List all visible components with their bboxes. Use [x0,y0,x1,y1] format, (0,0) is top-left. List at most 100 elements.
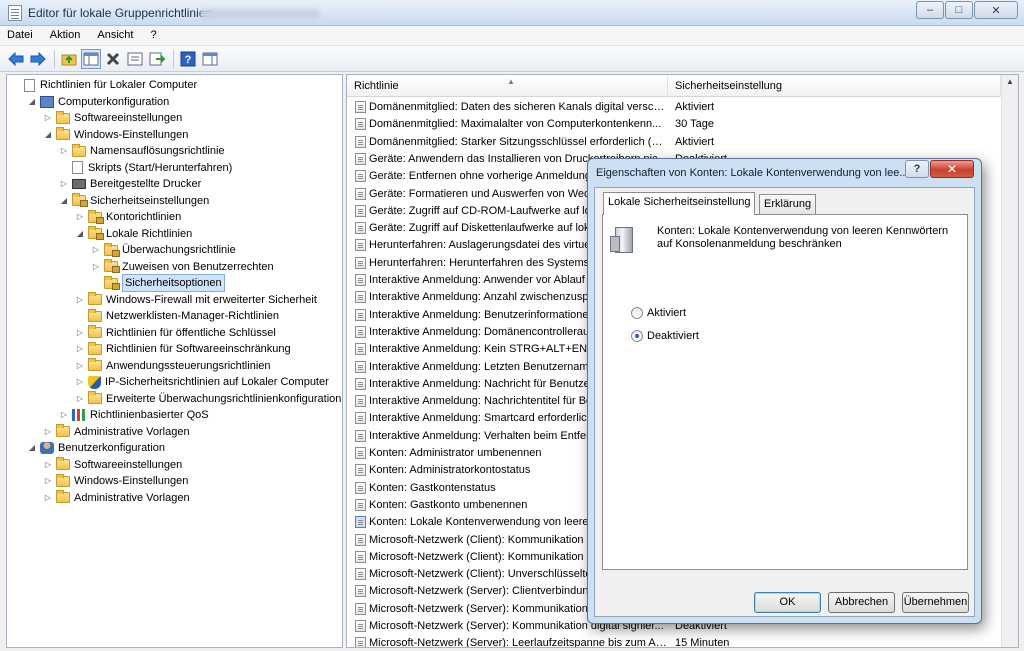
expanded-arrow-icon[interactable]: ◢ [75,226,85,242]
collapsed-arrow-icon[interactable]: ▷ [59,176,69,192]
radio-disabled[interactable]: Deaktiviert [631,330,699,342]
tree-item[interactable]: ▷ Softwareeinstellungen [43,110,182,126]
tree-item-label: Windows-Einstellungen [74,475,189,487]
title-bar[interactable]: Editor für lokale Gruppenrichtlinien – □… [0,0,1024,26]
tree-item[interactable]: ▷ Windows-Einstellungen [43,473,188,489]
tree-item[interactable]: ◢ Computerkonfiguration [27,94,169,110]
menu-help[interactable]: ? [144,26,164,44]
collapsed-arrow-icon[interactable]: ▷ [43,490,53,506]
column-setting[interactable]: Sicherheitseinstellung [668,75,1001,97]
properties-dialog: Eigenschaften von Konten: Lokale Kontenv… [587,158,982,624]
table-row[interactable]: Domänenmitglied: Daten des sicheren Kana… [347,99,1002,116]
collapsed-arrow-icon[interactable]: ▷ [75,358,85,374]
tree-item[interactable]: Sicherheitsoptionen [91,274,225,292]
tree-item[interactable]: ▷ Administrative Vorlagen [43,424,190,440]
tree-item-label: Namensauflösungsrichtlinie [90,145,225,157]
tree-item-label: Anwendungssteuerungsrichtlinien [106,359,271,372]
tab-explanation[interactable]: Erklärung [759,194,817,214]
table-row[interactable]: Microsoft-Netzwerk (Server): Leerlaufzei… [347,635,1002,647]
toolbar-separator [173,49,174,68]
tree-item[interactable]: ◢ Benutzerkonfiguration [27,440,165,456]
apply-button[interactable]: Übernehmen [902,592,969,613]
tree-item[interactable]: ▷ Richtlinien für Softwareeinschränkung [75,341,291,357]
expanded-arrow-icon[interactable]: ◢ [59,193,69,209]
collapsed-arrow-icon[interactable]: ▷ [75,292,85,308]
table-row[interactable]: Domänenmitglied: Starker Sitzungsschlüss… [347,134,1002,151]
computer-icon [40,95,54,108]
scroll-up-icon[interactable]: ▲ [1006,77,1014,86]
expanded-arrow-icon[interactable]: ◢ [27,440,37,456]
collapsed-arrow-icon[interactable]: ▷ [91,242,101,258]
column-policy[interactable]: ▲ Richtlinie [347,75,668,97]
minimize-button[interactable]: – [916,1,944,19]
help-button[interactable]: ? [178,49,198,69]
forward-button[interactable] [28,49,48,69]
radio-disabled-dot[interactable] [631,330,643,342]
tree-item[interactable]: Netzwerklisten-Manager-Richtlinien [75,308,279,324]
console-tree[interactable]: Richtlinien für Lokaler Computer ◢ Compute… [6,74,343,648]
collapsed-arrow-icon[interactable]: ▷ [59,143,69,159]
delete-button[interactable] [103,49,123,69]
tree-item[interactable]: ▷ IP-Sicherheitsrichtlinien auf Lokaler C… [75,374,329,390]
tree-item[interactable]: ▷ Zuweisen von Benutzerrechten [91,259,274,275]
up-folder-button[interactable] [59,49,79,69]
collapsed-arrow-icon[interactable]: ▷ [43,473,53,489]
tree-item[interactable]: Skripts (Start/Herunterfahren) [59,160,232,176]
tree-item[interactable]: ▷ Erweiterte Überwachungsrichtlinienkonfi… [75,391,341,407]
export-list-button[interactable] [147,49,167,69]
lock-folder-icon [88,209,104,224]
collapsed-arrow-icon[interactable]: ▷ [91,259,101,275]
policy-item-icon [355,170,366,183]
tree-item[interactable]: ◢ Lokale Richtlinien [75,226,192,242]
close-button[interactable]: ✕ [974,1,1018,19]
tree-item[interactable]: ▷ Kontorichtlinien [75,209,181,225]
show-hide-tree-button[interactable] [81,48,101,69]
expanded-arrow-icon[interactable]: ◢ [43,127,53,143]
collapsed-arrow-icon[interactable]: ▷ [43,457,53,473]
radio-enabled[interactable]: Aktiviert [631,307,686,319]
tree-item[interactable]: ▷ Überwachungsrichtlinie [91,242,236,258]
maximize-button[interactable]: □ [945,1,973,19]
tree-item[interactable]: ▷ Anwendungssteuerungsrichtlinien [75,358,271,374]
tree-item[interactable]: ▷ Windows-Firewall mit erweiterter Sicher… [75,292,317,308]
collapsed-arrow-icon[interactable]: ▷ [75,374,85,390]
ok-button[interactable]: OK [754,592,821,613]
tree-item[interactable]: ▷ Softwareeinstellungen [43,457,182,473]
action-pane-button[interactable] [200,49,220,69]
policy-item-icon [355,498,366,511]
menu-view[interactable]: Ansicht [90,26,140,44]
menu-file[interactable]: Datei [0,26,40,44]
menu-action[interactable]: Aktion [43,26,88,44]
collapsed-arrow-icon[interactable]: ▷ [75,209,85,225]
policy-item-icon [355,204,366,217]
collapsed-arrow-icon[interactable]: ▷ [75,325,85,341]
tree-item[interactable]: ▷ Richtlinien für öffentliche Schlüssel [75,325,276,341]
tree-item[interactable]: ▷ Administrative Vorlagen [43,490,190,506]
collapsed-arrow-icon[interactable]: ▷ [75,391,85,407]
vertical-scrollbar[interactable]: ▲ [1001,75,1018,647]
back-button[interactable] [6,49,26,69]
tree-item[interactable]: ▷ Namensauflösungsrichtlinie [59,143,225,159]
tree-item[interactable]: ◢ Windows-Einstellungen [43,127,188,143]
dialog-close-button[interactable]: ✕ [930,160,974,178]
radio-enabled-dot[interactable] [631,307,643,319]
tree-item[interactable]: Richtlinien für Lokaler Computer [11,77,197,93]
cancel-button[interactable]: Abbrechen [828,592,895,613]
collapsed-arrow-icon[interactable]: ▷ [43,424,53,440]
table-row[interactable]: Domänenmitglied: Maximalalter von Comput… [347,116,1002,133]
console-tree-icon [83,52,99,65]
tree-item[interactable]: ◢ Sicherheitseinstellungen [59,193,209,209]
expanded-arrow-icon[interactable]: ◢ [27,94,37,110]
server-policy-icon [610,227,633,253]
properties-button[interactable] [125,49,145,69]
collapsed-arrow-icon[interactable]: ▷ [59,407,69,423]
dialog-help-button[interactable]: ? [905,160,929,178]
collapsed-arrow-icon[interactable]: ▷ [43,110,53,126]
folder-icon [88,341,102,355]
collapsed-arrow-icon[interactable]: ▷ [75,341,85,357]
tree-item[interactable]: ▷ Bereitgestellte Drucker [59,176,201,192]
policy-item-icon [355,118,366,131]
export-icon [149,52,165,65]
tree-item[interactable]: ▷ Richtlinienbasierter QoS [59,407,209,423]
tab-local-security-setting[interactable]: Lokale Sicherheitseinstellung [603,192,756,215]
